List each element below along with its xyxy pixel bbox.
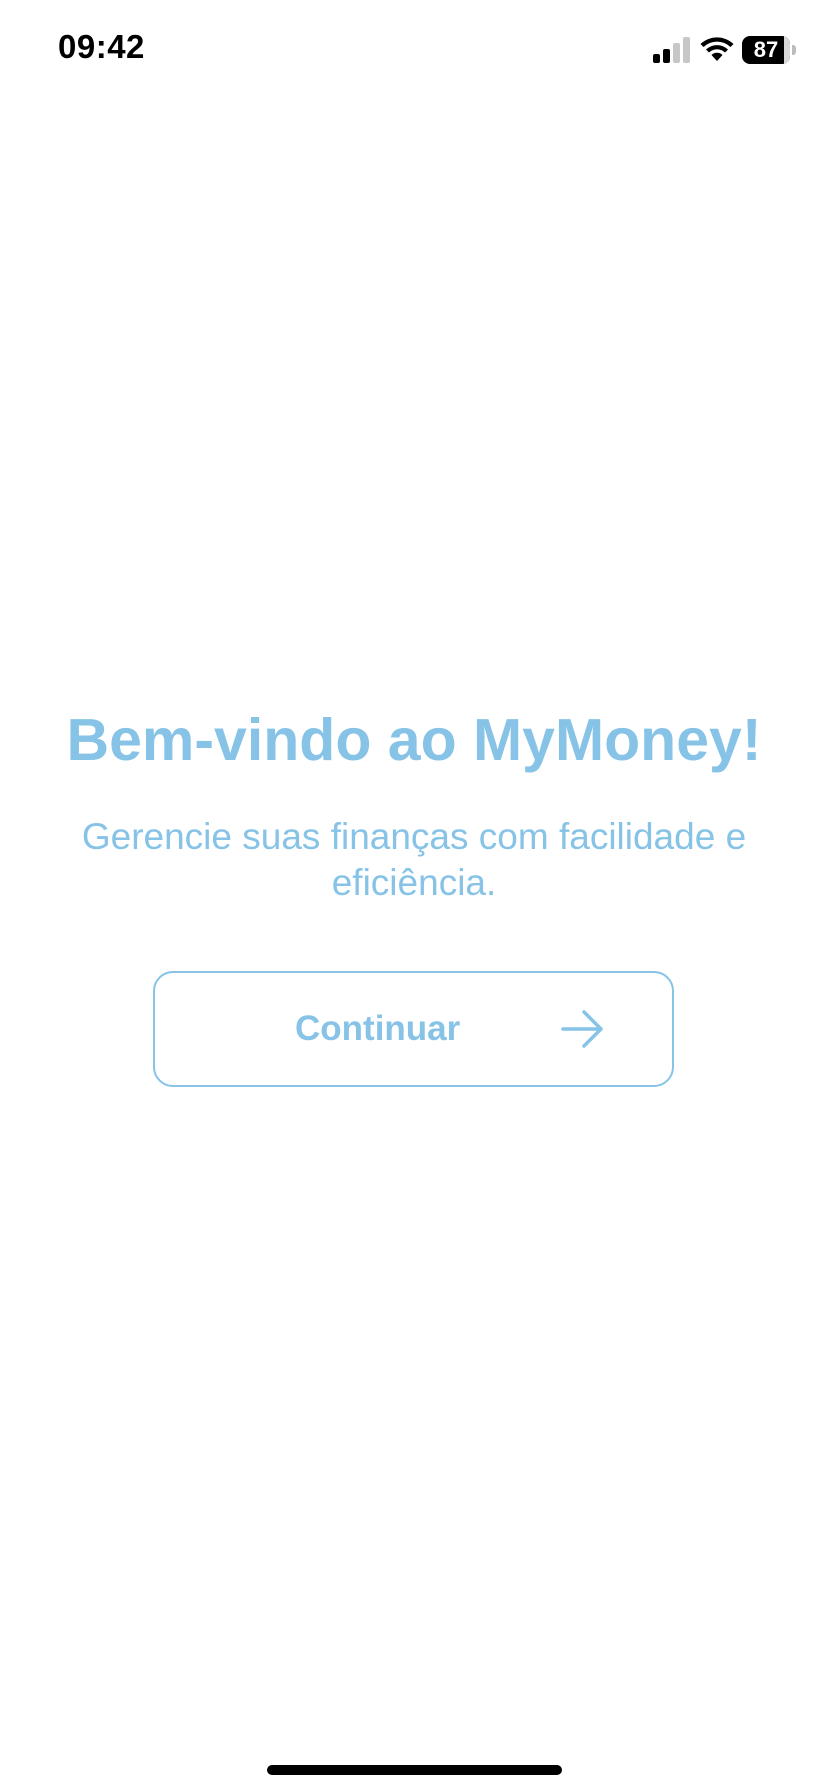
signal-icon <box>653 37 690 63</box>
battery-percentage: 87 <box>753 37 779 62</box>
continue-button-label: Continuar <box>295 1009 461 1048</box>
continue-button[interactable]: Continuar <box>153 971 674 1087</box>
arrow-right-icon <box>561 1010 603 1048</box>
battery-body: 87 <box>742 36 790 64</box>
page-title: Bem-vindo ao MyMoney! <box>66 707 762 773</box>
battery-icon: 87 <box>742 36 796 64</box>
status-bar: 09:42 87 <box>0 0 828 100</box>
wifi-icon <box>700 37 734 61</box>
status-time: 09:42 <box>58 28 145 65</box>
battery-cap <box>792 45 796 55</box>
welcome-subtitle: Gerencie suas finanças com facilidade e … <box>81 816 747 903</box>
home-indicator[interactable] <box>267 1765 562 1775</box>
